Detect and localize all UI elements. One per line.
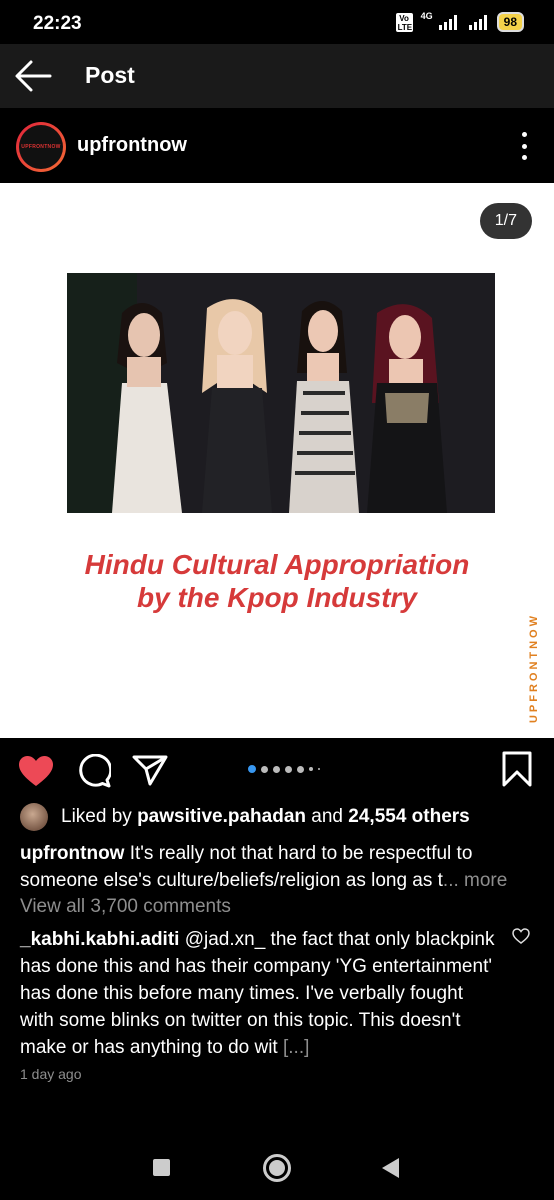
- comment: _kabhi.kabhi.aditi @jad.xn_ the fact tha…: [20, 926, 500, 1061]
- likes-row[interactable]: Liked by pawsitive.pahadan and 24,554 ot…: [20, 803, 470, 831]
- comment-like-icon[interactable]: [512, 928, 530, 944]
- watermark: UPFRONTNOW: [528, 613, 540, 724]
- carousel-dot: [297, 765, 304, 773]
- post-headline: Hindu Cultural Appropriation by the Kpop…: [0, 548, 554, 614]
- carousel-dot: [285, 765, 292, 773]
- view-all-comments-link[interactable]: View all 3,700 comments: [20, 896, 231, 918]
- share-icon[interactable]: [132, 754, 168, 786]
- status-time: 22:23: [33, 13, 82, 34]
- avatar[interactable]: UPFRONTNOW: [16, 122, 66, 172]
- caption-more-link[interactable]: ... more: [443, 870, 507, 891]
- caption: upfrontnow It's really not that hard to …: [20, 840, 535, 894]
- more-options-icon[interactable]: [520, 132, 528, 160]
- liker-avatar: [20, 803, 48, 831]
- comment-truncation[interactable]: [...]: [283, 1037, 309, 1058]
- post-image[interactable]: 1/7 Hindu Cultural Appropriation by the …: [0, 183, 554, 738]
- carousel-dot: [273, 765, 280, 773]
- post-header: UPFRONTNOW upfrontnow: [0, 108, 554, 183]
- liker-username[interactable]: pawsitive.pahadan: [137, 806, 306, 828]
- likes-joiner: and: [311, 806, 343, 827]
- carousel-dot: [248, 765, 256, 773]
- likes-prefix: Liked by: [61, 806, 132, 827]
- back-arrow-icon[interactable]: [14, 58, 52, 94]
- app-header: Post: [0, 44, 554, 108]
- system-nav-bar: [0, 1130, 554, 1200]
- comment-icon[interactable]: [77, 754, 111, 788]
- page-title: Post: [85, 62, 135, 88]
- carousel-dot: [261, 765, 268, 773]
- signal-icon: [468, 14, 487, 30]
- headline-line-2: by the Kpop Industry: [137, 582, 417, 613]
- status-icons: Vo LTE 4G 98: [395, 11, 524, 32]
- carousel-dot: [309, 767, 313, 771]
- status-bar: 22:23 Vo LTE 4G 98: [0, 0, 554, 44]
- comment-username[interactable]: _kabhi.kabhi.aditi: [20, 929, 179, 950]
- back-triangle-icon[interactable]: [382, 1158, 399, 1178]
- carousel-dots: [248, 765, 320, 773]
- headline-line-1: Hindu Cultural Appropriation: [84, 549, 470, 580]
- post-username[interactable]: upfrontnow: [77, 134, 187, 157]
- comment-timestamp: 1 day ago: [20, 1066, 82, 1082]
- carousel-dot: [318, 768, 320, 770]
- volte-icon: Vo LTE: [395, 12, 413, 32]
- avatar-text: UPFRONTNOW: [19, 125, 63, 169]
- recent-apps-icon[interactable]: [153, 1159, 170, 1176]
- heart-filled-icon[interactable]: [18, 755, 54, 787]
- page-counter: 1/7: [479, 203, 532, 239]
- caption-username[interactable]: upfrontnow: [20, 843, 124, 864]
- likes-count[interactable]: 24,554 others: [348, 806, 469, 828]
- network-type: 4G: [420, 11, 433, 21]
- bookmark-icon[interactable]: [502, 751, 532, 787]
- signal-icon: [438, 14, 457, 30]
- battery-icon: 98: [496, 12, 524, 32]
- home-icon[interactable]: [263, 1154, 291, 1182]
- group-photo: [67, 273, 495, 513]
- action-bar: [0, 738, 554, 800]
